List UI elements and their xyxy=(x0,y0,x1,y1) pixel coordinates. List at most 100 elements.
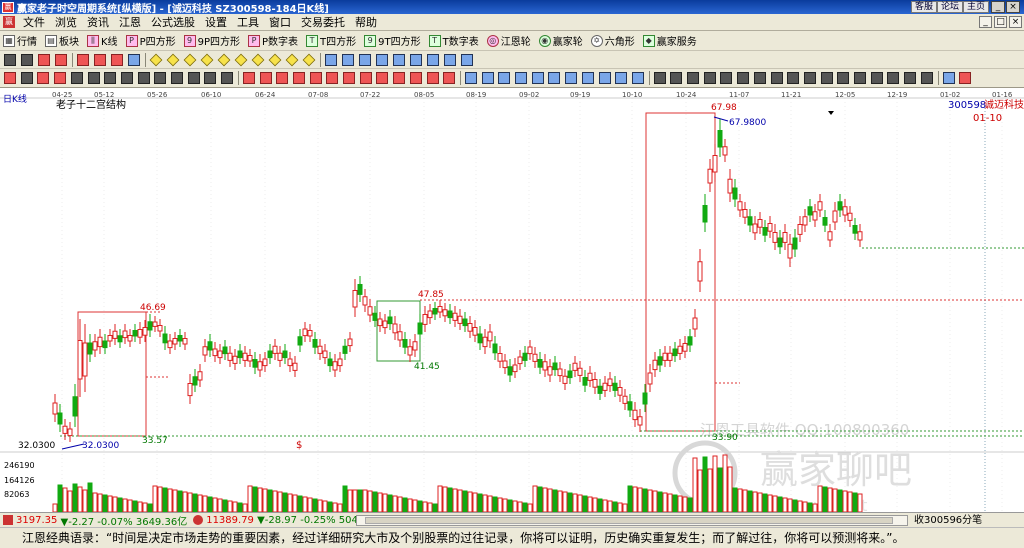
toolbar-gann-wheel-button[interactable]: ◎ 江恩轮 xyxy=(486,33,531,48)
toolbar-kline-button[interactable]: ⫼ K线 xyxy=(87,33,118,48)
homepage-button[interactable]: 主页 xyxy=(963,1,990,13)
analysis-tool-47-icon[interactable] xyxy=(787,72,800,84)
draw-tool-12-icon[interactable] xyxy=(200,53,214,67)
customer-service-button[interactable]: 客服 xyxy=(911,1,938,13)
toolbar-p-table-button[interactable]: P P数字表 xyxy=(248,33,298,48)
analysis-tool-3-icon[interactable] xyxy=(37,72,50,84)
analysis-tool-23-icon[interactable] xyxy=(376,72,389,84)
close-button[interactable]: × xyxy=(1006,1,1020,13)
analysis-tool-39-icon[interactable] xyxy=(653,72,666,84)
draw-tool-13-icon[interactable] xyxy=(217,53,231,67)
menu-help[interactable]: 帮助 xyxy=(350,14,382,30)
analysis-tool-36-icon[interactable] xyxy=(598,72,611,84)
draw-tool-5-icon[interactable] xyxy=(77,54,89,66)
analysis-tool-52-icon[interactable] xyxy=(870,72,883,84)
analysis-tool-45-icon[interactable] xyxy=(753,72,766,84)
toolbar-9t-square-button[interactable]: 9 9T四方形 xyxy=(364,33,421,48)
kline-chart-svg[interactable]: 04-25 05-12 05-26 06-10 06-24 07-08 07-22 08-05… xyxy=(0,88,1024,512)
minimize-button[interactable]: _ xyxy=(991,1,1005,13)
toolbar-9p-square-button[interactable]: 9 9P四方形 xyxy=(183,33,240,48)
analysis-tool-30-icon[interactable] xyxy=(498,72,511,84)
analysis-tool-9-icon[interactable] xyxy=(137,72,150,84)
analysis-tool-50-icon[interactable] xyxy=(837,72,850,84)
analysis-tool-21-icon[interactable] xyxy=(343,72,355,84)
analysis-tool-57-icon[interactable] xyxy=(959,72,972,84)
analysis-tool-27-icon[interactable] xyxy=(443,72,456,84)
analysis-tool-1-icon[interactable] xyxy=(4,72,16,84)
draw-tool-9-icon[interactable] xyxy=(149,53,163,67)
analysis-tool-40-icon[interactable] xyxy=(670,72,683,84)
draw-tool-25-icon[interactable] xyxy=(427,54,439,66)
draw-tool-7-icon[interactable] xyxy=(111,54,123,66)
forum-button[interactable]: 论坛 xyxy=(937,1,964,13)
analysis-tool-2-icon[interactable] xyxy=(20,72,33,84)
analysis-tool-42-icon[interactable] xyxy=(703,72,716,84)
analysis-tool-8-icon[interactable] xyxy=(120,72,133,84)
menu-settings[interactable]: 设置 xyxy=(200,14,232,30)
analysis-tool-14-icon[interactable] xyxy=(221,72,234,84)
analysis-tool-37-icon[interactable] xyxy=(615,72,628,84)
draw-tool-19-icon[interactable] xyxy=(325,54,337,66)
draw-tool-10-icon[interactable] xyxy=(166,53,180,67)
analysis-tool-19-icon[interactable] xyxy=(309,72,322,84)
analysis-tool-17-icon[interactable] xyxy=(276,72,289,84)
analysis-tool-11-icon[interactable] xyxy=(171,72,183,84)
analysis-tool-53-icon[interactable] xyxy=(887,72,900,84)
analysis-tool-18-icon[interactable] xyxy=(292,72,305,84)
draw-tool-8-icon[interactable] xyxy=(128,54,140,66)
draw-tool-18-icon[interactable] xyxy=(302,53,316,67)
draw-tool-21-icon[interactable] xyxy=(359,54,371,66)
analysis-tool-15-icon[interactable] xyxy=(242,72,255,84)
analysis-tool-34-icon[interactable] xyxy=(565,72,578,84)
analysis-tool-41-icon[interactable] xyxy=(687,72,699,84)
analysis-tool-10-icon[interactable] xyxy=(154,72,167,84)
doc-restore-button[interactable]: □ xyxy=(994,16,1007,28)
chart-scrollbar[interactable] xyxy=(356,515,908,526)
toolbar-hexagon-button[interactable]: ✡ 六角形 xyxy=(590,33,635,48)
analysis-tool-55-icon[interactable] xyxy=(920,72,933,84)
menu-info[interactable]: 资讯 xyxy=(82,14,114,30)
draw-tool-11-icon[interactable] xyxy=(183,53,197,67)
draw-tool-23-icon[interactable] xyxy=(393,54,405,66)
menu-file[interactable]: 文件 xyxy=(18,14,50,30)
toolbar-winner-wheel-button[interactable]: ◉ 赢家轮 xyxy=(538,33,583,48)
analysis-tool-24-icon[interactable] xyxy=(393,72,406,84)
analysis-tool-12-icon[interactable] xyxy=(187,72,200,84)
analysis-tool-4-icon[interactable] xyxy=(54,72,67,84)
scrollbar-thumb[interactable] xyxy=(365,517,893,524)
analysis-tool-54-icon[interactable] xyxy=(904,72,917,84)
kline-chart[interactable]: 04-25 05-12 05-26 06-10 06-24 07-08 07-22 08-05… xyxy=(0,88,1024,512)
analysis-tool-22-icon[interactable] xyxy=(359,72,372,84)
menu-window[interactable]: 窗口 xyxy=(264,14,296,30)
draw-tool-16-icon[interactable] xyxy=(268,53,282,67)
draw-tool-15-icon[interactable] xyxy=(251,53,265,67)
draw-tool-3-icon[interactable] xyxy=(38,54,50,66)
analysis-tool-28-icon[interactable] xyxy=(464,72,477,84)
analysis-tool-35-icon[interactable] xyxy=(581,72,594,84)
analysis-tool-51-icon[interactable] xyxy=(854,72,866,84)
analysis-tool-33-icon[interactable] xyxy=(548,72,561,84)
analysis-tool-49-icon[interactable] xyxy=(820,72,833,84)
analysis-tool-44-icon[interactable] xyxy=(737,72,750,84)
analysis-tool-56-icon[interactable] xyxy=(942,72,955,84)
draw-tool-1-icon[interactable] xyxy=(4,54,16,66)
analysis-tool-20-icon[interactable] xyxy=(326,72,339,84)
analysis-tool-16-icon[interactable] xyxy=(259,72,272,84)
toolbar-quotes-button[interactable]: ▦ 行情 xyxy=(3,33,37,48)
toolbar-t-table-button[interactable]: T T数字表 xyxy=(428,33,479,48)
draw-tool-17-icon[interactable] xyxy=(285,53,299,67)
doc-close-button[interactable]: × xyxy=(1009,16,1022,28)
menu-gann[interactable]: 江恩 xyxy=(114,14,146,30)
draw-tool-2-icon[interactable] xyxy=(21,54,33,66)
analysis-tool-48-icon[interactable] xyxy=(803,72,816,84)
menu-tools[interactable]: 工具 xyxy=(232,14,264,30)
analysis-tool-13-icon[interactable] xyxy=(204,72,217,84)
analysis-tool-43-icon[interactable] xyxy=(720,72,733,84)
draw-tool-20-icon[interactable] xyxy=(342,54,354,66)
dropdown-triangle-icon[interactable] xyxy=(828,111,834,115)
menu-trade[interactable]: 交易委托 xyxy=(296,14,350,30)
menu-browse[interactable]: 浏览 xyxy=(50,14,82,30)
draw-tool-24-icon[interactable] xyxy=(410,54,422,66)
analysis-tool-25-icon[interactable] xyxy=(409,72,422,84)
toolbar-t-square-button[interactable]: T T四方形 xyxy=(306,33,356,48)
